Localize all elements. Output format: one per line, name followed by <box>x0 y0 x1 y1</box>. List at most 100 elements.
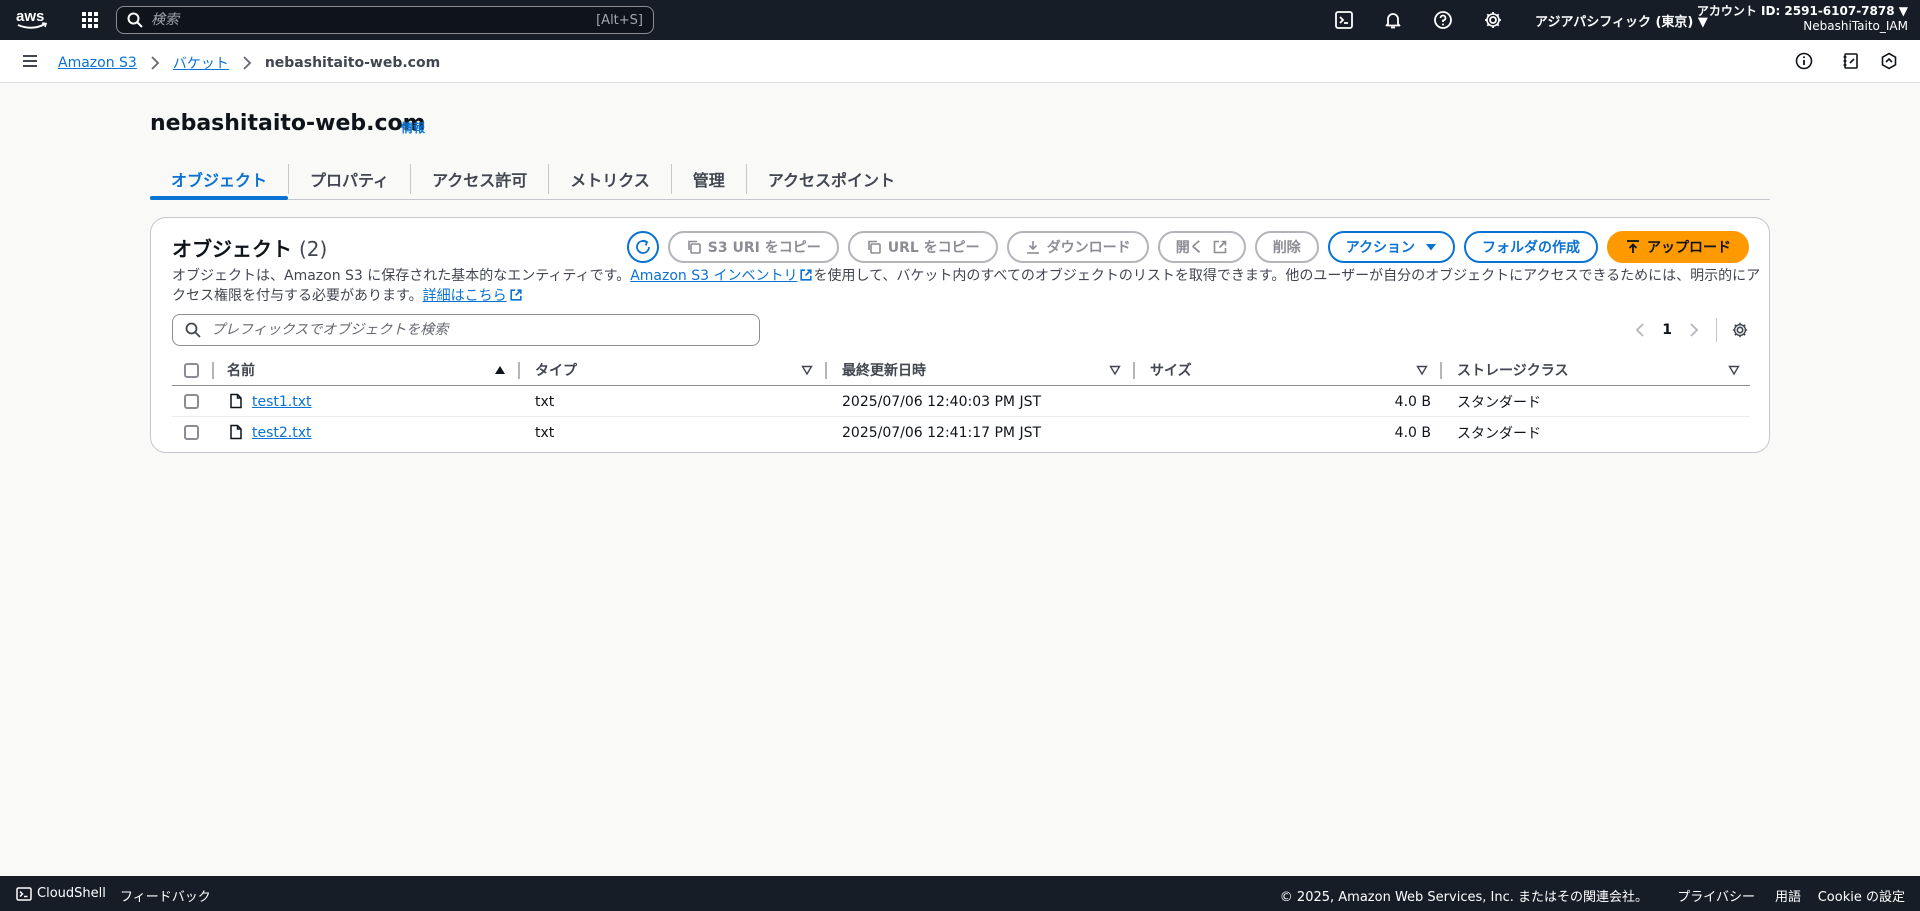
help-icon[interactable] <box>1433 10 1453 30</box>
tab-metrics[interactable]: メトリクス <box>549 160 671 198</box>
settings-gear-icon[interactable] <box>1483 10 1503 30</box>
chevron-right-icon <box>239 55 255 71</box>
tab-objects[interactable]: オブジェクト <box>150 160 289 200</box>
breadcrumb-current: nebashitaito-web.com <box>264 55 441 71</box>
objects-heading: オブジェクト (2) <box>172 233 327 262</box>
tab-management[interactable]: 管理 <box>672 160 746 198</box>
info-panel-icon[interactable] <box>1795 52 1813 70</box>
external-link-icon <box>509 288 523 302</box>
file-icon <box>228 424 244 440</box>
object-name[interactable]: test2.txt <box>252 417 312 448</box>
row-checkbox[interactable] <box>184 425 199 440</box>
column-resizer[interactable] <box>212 362 214 379</box>
objects-description: オブジェクトは、Amazon S3 に保存された基本的なエンティティです。Ama… <box>172 266 1762 306</box>
menu-hamburger-icon[interactable] <box>21 52 39 70</box>
info-link[interactable]: 情報 <box>401 119 425 136</box>
sort-unsorted-icon[interactable] <box>1109 364 1121 376</box>
console-footer: CloudShell フィードバック © 2025, Amazon Web Se… <box>0 876 1920 911</box>
table-preferences-gear-icon[interactable] <box>1731 321 1749 339</box>
object-size: 4.0 B <box>1394 393 1431 410</box>
table-row[interactable]: test1.txt txt 2025/07/06 12:40:03 PM JST… <box>172 386 1750 417</box>
external-link-icon <box>799 268 813 282</box>
create-folder-label: フォルダの作成 <box>1482 240 1580 256</box>
external-link-icon <box>1212 239 1228 255</box>
description-text-1: オブジェクトは、Amazon S3 に保存された基本的なエンティティです。 <box>172 268 631 284</box>
search-shortcut-hint: [Alt+S] <box>596 12 643 28</box>
next-page-icon[interactable] <box>1686 322 1702 338</box>
footer-privacy-link[interactable]: プライバシー <box>1677 886 1755 905</box>
object-name-link[interactable]: test2.txt <box>252 425 312 441</box>
region-selector[interactable]: アジアパシフィック (東京) ▼ <box>1535 11 1708 30</box>
column-header-storage-class[interactable]: ストレージクラス <box>1457 354 1568 386</box>
notifications-bell-icon[interactable] <box>1383 10 1403 30</box>
pagination: 1 <box>1632 318 1749 342</box>
row-checkbox[interactable] <box>184 394 199 409</box>
column-resizer[interactable] <box>825 362 827 379</box>
search-icon <box>185 322 201 338</box>
create-folder-button[interactable]: フォルダの作成 <box>1464 231 1598 263</box>
footer-cookie-settings-link[interactable]: Cookie の設定 <box>1818 886 1905 905</box>
object-name-link[interactable]: test1.txt <box>252 394 312 410</box>
chevron-right-icon <box>147 55 163 71</box>
open-button[interactable]: 開く <box>1157 231 1246 263</box>
footer-feedback-link[interactable]: フィードバック <box>120 886 211 905</box>
download-button[interactable]: ダウンロード <box>1006 231 1149 263</box>
breadcrumb-buckets[interactable]: バケット <box>173 53 229 73</box>
upload-button[interactable]: アップロード <box>1607 231 1749 263</box>
column-resizer[interactable] <box>518 362 520 379</box>
tab-permissions[interactable]: アクセス許可 <box>411 160 548 198</box>
file-icon <box>228 393 244 409</box>
column-header-last-modified[interactable]: 最終更新日時 <box>842 354 926 386</box>
current-page-number[interactable]: 1 <box>1662 322 1672 338</box>
object-filter[interactable] <box>172 314 760 346</box>
objects-panel: オブジェクト (2) S3 URI をコピー URL をコピー ダウンロード 開… <box>150 217 1770 453</box>
sort-ascending-icon[interactable] <box>494 364 506 376</box>
inventory-link[interactable]: Amazon S3 インベントリ <box>630 268 797 284</box>
cloudshell-icon[interactable] <box>1334 10 1354 30</box>
column-header-size[interactable]: サイズ <box>1150 354 1192 386</box>
column-header-name[interactable]: 名前 <box>227 354 255 386</box>
breadcrumb-amazon-s3[interactable]: Amazon S3 <box>58 55 137 71</box>
actions-dropdown-button[interactable]: アクション <box>1327 231 1455 263</box>
object-type: txt <box>535 424 555 441</box>
object-size: 4.0 B <box>1394 424 1431 441</box>
search-icon <box>127 12 143 28</box>
column-resizer[interactable] <box>1133 362 1135 379</box>
refresh-button[interactable] <box>626 231 659 263</box>
top-navigation: aws [Alt+S] アジアパシフィック (東京) ▼ アカウント ID: 2… <box>0 0 1920 40</box>
notes-panel-icon[interactable] <box>1842 52 1860 70</box>
global-search[interactable]: [Alt+S] <box>116 6 654 34</box>
sort-unsorted-icon[interactable] <box>801 364 813 376</box>
previous-page-icon[interactable] <box>1632 322 1648 338</box>
object-name[interactable]: test1.txt <box>252 386 312 417</box>
download-icon <box>1025 239 1041 255</box>
cloudshell-icon[interactable] <box>16 887 32 901</box>
table-header: 名前 タイプ 最終更新日時 サイズ ストレージクラス <box>172 354 1750 386</box>
copy-s3-uri-button[interactable]: S3 URI をコピー <box>667 231 839 263</box>
account-menu[interactable]: アカウント ID: 2591-6107-7878 ▼ NebashiTaito_… <box>1697 4 1908 34</box>
column-resizer[interactable] <box>1440 362 1442 379</box>
objects-title: オブジェクト <box>172 237 292 261</box>
learn-more-link[interactable]: 詳細はこちら <box>423 288 507 304</box>
tab-access-points[interactable]: アクセスポイント <box>747 160 916 198</box>
assistant-icon[interactable] <box>1880 52 1898 70</box>
sort-unsorted-icon[interactable] <box>1416 364 1428 376</box>
footer-cloudshell-link[interactable]: CloudShell <box>37 886 106 901</box>
footer-terms-link[interactable]: 用語 <box>1775 886 1801 905</box>
aws-logo-icon[interactable]: aws <box>16 8 50 32</box>
account-user: NebashiTaito_IAM <box>1803 19 1908 33</box>
sort-unsorted-icon[interactable] <box>1728 364 1740 376</box>
services-grid-icon[interactable] <box>80 10 100 30</box>
object-filter-input[interactable] <box>211 322 759 338</box>
object-storage-class: スタンダード <box>1457 394 1541 411</box>
tab-properties[interactable]: プロパティ <box>289 160 410 198</box>
table-row[interactable]: test2.txt txt 2025/07/06 12:41:17 PM JST… <box>172 417 1750 448</box>
global-search-input[interactable] <box>151 12 597 28</box>
select-all-checkbox[interactable] <box>184 363 199 378</box>
copy-url-button[interactable]: URL をコピー <box>847 231 998 263</box>
copy-icon <box>686 239 702 255</box>
column-header-type[interactable]: タイプ <box>535 354 577 386</box>
download-label: ダウンロード <box>1046 240 1131 256</box>
delete-button[interactable]: 削除 <box>1254 231 1319 263</box>
upload-label: アップロード <box>1647 240 1731 256</box>
